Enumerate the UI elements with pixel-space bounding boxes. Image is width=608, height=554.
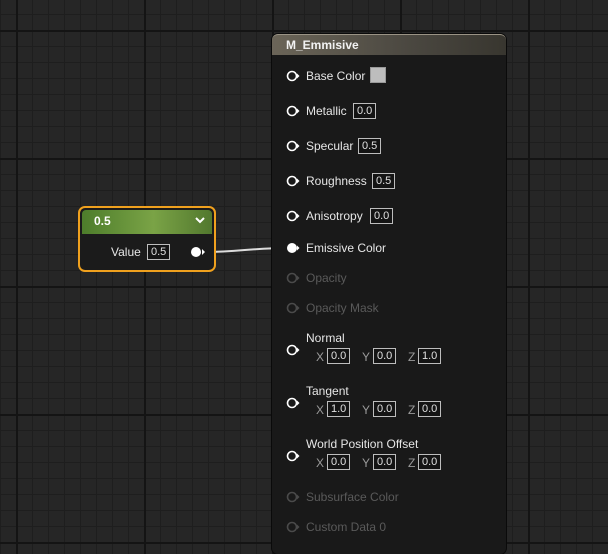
input-pin-icon (286, 302, 300, 314)
opacity-mask-label: Opacity Mask (306, 301, 379, 315)
world-position-offset-label: World Position Offset (306, 437, 419, 451)
opacity-label: Opacity (306, 271, 347, 285)
normal-y-field[interactable]: 0.0 (373, 348, 397, 364)
metallic-label: Metallic (306, 104, 347, 118)
input-pin-icon (286, 491, 300, 503)
value-label: Value (111, 245, 141, 259)
roughness-label: Roughness (306, 174, 367, 188)
normal-z-field[interactable]: 1.0 (418, 348, 442, 364)
wpo-x-field[interactable]: 0.0 (327, 454, 351, 470)
input-pin-icon[interactable] (286, 140, 300, 152)
wpo-z-field[interactable]: 0.0 (418, 454, 442, 470)
base-color-swatch[interactable] (370, 67, 386, 83)
specular-value-field[interactable]: 0.5 (358, 138, 382, 154)
x-axis-label: X (316, 350, 325, 364)
normal-x-field[interactable]: 0.0 (327, 348, 351, 364)
custom-data-0-label: Custom Data 0 (306, 520, 387, 534)
material-node-title: M_Emmisive (286, 38, 359, 52)
value-field[interactable]: 0.5 (147, 244, 171, 260)
y-axis-label: Y (362, 456, 371, 470)
z-axis-label: Z (408, 456, 416, 470)
input-pin-icon[interactable] (286, 397, 300, 409)
subsurface-color-label: Subsurface Color (306, 490, 399, 504)
anisotropy-label: Anisotropy (306, 209, 363, 223)
normal-label: Normal (306, 331, 345, 345)
output-pin-icon[interactable] (190, 246, 206, 258)
tangent-y-field[interactable]: 0.0 (373, 401, 397, 417)
tangent-z-field[interactable]: 0.0 (418, 401, 442, 417)
input-pin-icon[interactable] (286, 105, 300, 117)
scalar-node-title: 0.5 (94, 214, 111, 228)
base-color-label: Base Color (306, 69, 366, 83)
roughness-value-field[interactable]: 0.5 (372, 173, 396, 189)
input-pin-icon[interactable] (286, 450, 300, 462)
scalar-node-header[interactable]: 0.5 (82, 210, 212, 234)
scalar-constant-node[interactable]: 0.5 Value 0.5 (78, 206, 216, 272)
specular-label: Specular (306, 139, 354, 153)
x-axis-label: X (316, 456, 325, 470)
tangent-x-field[interactable]: 1.0 (327, 401, 351, 417)
emissive-color-label: Emissive Color (306, 241, 387, 255)
z-axis-label: Z (408, 403, 416, 417)
input-pin-icon (286, 521, 300, 533)
wpo-y-field[interactable]: 0.0 (373, 454, 397, 470)
chevron-down-icon[interactable] (193, 213, 207, 227)
x-axis-label: X (316, 403, 325, 417)
connected-input-pin-icon[interactable] (286, 242, 300, 254)
z-axis-label: Z (408, 350, 416, 364)
scalar-value-row: Value 0.5 (80, 238, 214, 264)
input-pin-icon[interactable] (286, 70, 300, 82)
y-axis-label: Y (362, 403, 371, 417)
anisotropy-value-field[interactable]: 0.0 (370, 208, 394, 224)
input-pin-icon[interactable] (286, 175, 300, 187)
y-axis-label: Y (362, 350, 371, 364)
metallic-value-field[interactable]: 0.0 (353, 103, 377, 119)
input-pin-icon[interactable] (286, 344, 300, 356)
input-pin-icon (286, 272, 300, 284)
input-pin-icon[interactable] (286, 210, 300, 222)
tangent-label: Tangent (306, 384, 349, 398)
